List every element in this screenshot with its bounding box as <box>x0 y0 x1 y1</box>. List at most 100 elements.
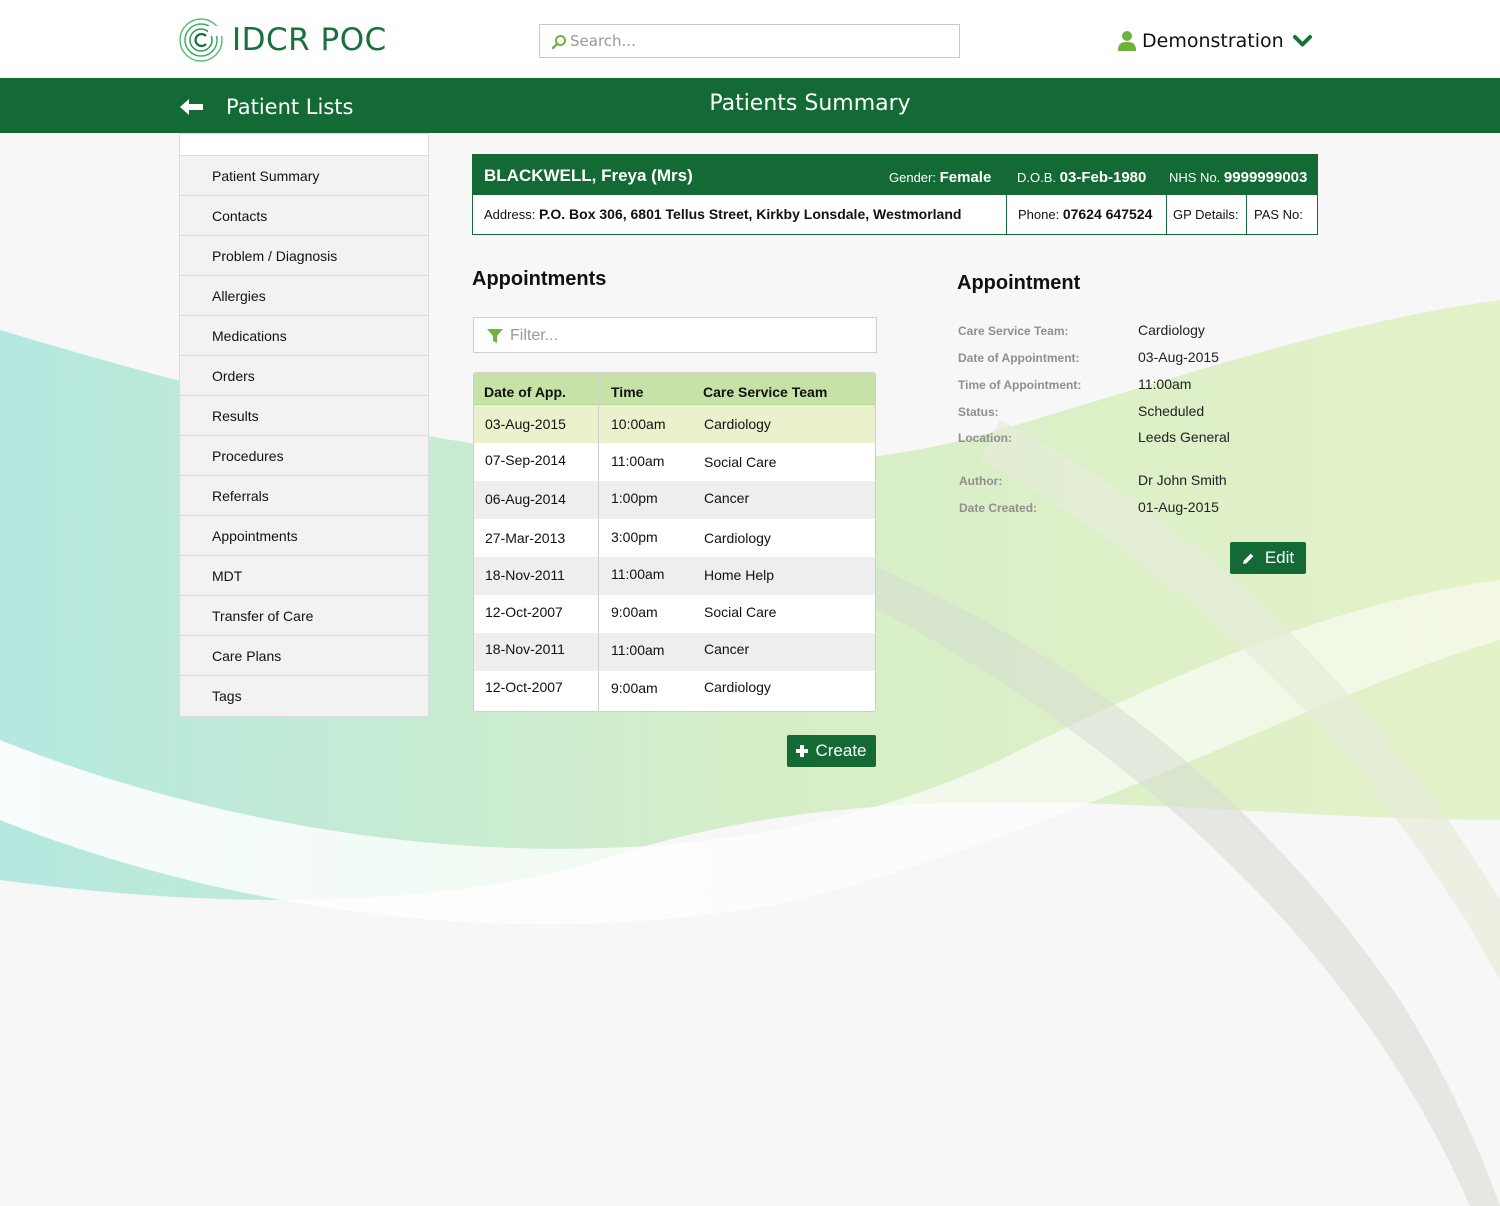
cell-team: Social Care <box>704 454 777 470</box>
detail-value: 03-Aug-2015 <box>1138 349 1219 365</box>
nav-bar: Patient Lists Patients Summary <box>0 78 1500 133</box>
cell-team: Cardiology <box>704 679 771 695</box>
cell-date: 12-Oct-2007 <box>485 679 563 695</box>
cell-team: Cancer <box>704 641 750 657</box>
cell-team: Social Care <box>704 604 777 620</box>
cell-date: 18-Nov-2011 <box>485 641 565 657</box>
detail-row-care-service-team: Care Service Team: Cardiology <box>957 320 1317 340</box>
pas-label: PAS No: <box>1254 207 1303 222</box>
phone-label: Phone: <box>1018 207 1060 222</box>
cell-time: 9:00am <box>611 604 658 620</box>
table-row[interactable]: 12-Oct-2007 9:00am Cardiology <box>474 671 875 709</box>
search-input[interactable] <box>570 31 950 51</box>
detail-row-author: Author: Dr John Smith <box>957 470 1317 490</box>
column-header-time[interactable]: Time <box>611 384 643 400</box>
sidebar-item-referrals[interactable]: Referrals <box>180 476 428 516</box>
search-box[interactable] <box>539 24 960 58</box>
filter-box[interactable] <box>473 317 877 353</box>
cell-date: 06-Aug-2014 <box>485 491 566 507</box>
table-row[interactable]: 27-Mar-2013 3:00pm Cardiology <box>474 519 875 557</box>
detail-value: Dr John Smith <box>1138 472 1227 488</box>
cell-team: Home Help <box>704 567 775 583</box>
table-row[interactable]: 18-Nov-2011 11:00am Home Help <box>474 557 875 595</box>
detail-label: Author: <box>959 474 1003 488</box>
gender-label: Gender: <box>889 170 936 185</box>
column-header-team[interactable]: Care Service Team <box>703 384 827 400</box>
sidebar-item-allergies[interactable]: Allergies <box>180 276 428 316</box>
address-label: Address: <box>484 207 536 222</box>
appointment-detail-heading: Appointment <box>957 272 1081 294</box>
sidebar-item-orders[interactable]: Orders <box>180 356 428 396</box>
detail-value: 01-Aug-2015 <box>1138 499 1219 515</box>
edit-label: Edit <box>1264 548 1295 567</box>
search-icon <box>551 35 566 50</box>
detail-label: Location: <box>958 431 1012 445</box>
cell-time: 11:00am <box>611 642 665 658</box>
patient-banner-header: BLACKWELL, Freya (Mrs) Gender: Female D.… <box>473 155 1317 195</box>
sidebar-item-appointments[interactable]: Appointments <box>180 516 428 556</box>
appointments-heading: Appointments <box>472 268 607 290</box>
create-button[interactable]: Create <box>787 735 876 767</box>
column-divider <box>598 373 599 711</box>
patient-address: Address: P.O. Box 306, 6801 Tellus Stree… <box>473 195 1007 234</box>
sidebar-item-results[interactable]: Results <box>180 396 428 436</box>
sidebar-item-patient-summary[interactable]: Patient Summary <box>180 156 428 196</box>
sidebar-item-contacts[interactable]: Contacts <box>180 196 428 236</box>
dob-label: D.O.B. <box>1017 170 1057 185</box>
create-label: Create <box>815 741 867 760</box>
user-name: Demonstration <box>1142 30 1284 52</box>
nhs-label: NHS No. <box>1169 170 1221 185</box>
sidebar-nav: Patient Summary Contacts Problem / Diagn… <box>179 133 429 717</box>
sidebar-item-procedures[interactable]: Procedures <box>180 436 428 476</box>
cell-team: Cancer <box>704 490 750 506</box>
nhs-value: 9999999003 <box>1223 169 1308 186</box>
detail-row-status: Status: Scheduled <box>957 401 1317 421</box>
detail-value: Scheduled <box>1138 403 1205 419</box>
detail-row-date: Date of Appointment: 03-Aug-2015 <box>957 347 1317 367</box>
logo-icon <box>179 18 224 62</box>
phone-value: 07624 647524 <box>1062 206 1153 222</box>
sidebar-item-medications[interactable]: Medications <box>180 316 428 356</box>
cell-date: 27-Mar-2013 <box>485 530 566 546</box>
cell-time: 1:00pm <box>611 490 658 506</box>
detail-label: Care Service Team: <box>958 324 1069 338</box>
table-row[interactable]: 03-Aug-2015 10:00am Cardiology <box>474 405 875 443</box>
table-row[interactable]: 18-Nov-2011 11:00am Cancer <box>474 633 875 671</box>
cell-date: 12-Oct-2007 <box>485 604 563 620</box>
sidebar-item-care-plans[interactable]: Care Plans <box>180 636 428 676</box>
patient-gender: Gender: Female <box>889 169 991 186</box>
detail-row-location: Location: Leeds General <box>957 427 1317 447</box>
patient-banner: BLACKWELL, Freya (Mrs) Gender: Female D.… <box>472 154 1318 235</box>
table-header: Date of App. Time Care Service Team <box>474 373 875 405</box>
cell-team: Cardiology <box>704 416 771 432</box>
sidebar-item-tags[interactable]: Tags <box>180 676 428 716</box>
table-row[interactable]: 12-Oct-2007 9:00am Social Care <box>474 595 875 633</box>
cell-time: 3:00pm <box>611 529 658 545</box>
cell-date: 03-Aug-2015 <box>485 416 566 432</box>
user-menu[interactable]: Demonstration <box>1117 28 1312 54</box>
sidebar-item-problem-diagnosis[interactable]: Problem / Diagnosis <box>180 236 428 276</box>
detail-label: Status: <box>958 405 999 419</box>
table-row[interactable]: 06-Aug-2014 1:00pm Cancer <box>474 481 875 519</box>
app-logo[interactable]: IDCR POC <box>178 16 398 66</box>
sidebar-item-transfer-of-care[interactable]: Transfer of Care <box>180 596 428 636</box>
column-header-date[interactable]: Date of App. <box>484 384 566 400</box>
cell-team: Cardiology <box>704 530 771 546</box>
cell-time: 9:00am <box>611 680 658 696</box>
cell-date: 07-Sep-2014 <box>485 452 566 468</box>
top-bar: IDCR POC Demonstration <box>0 0 1500 78</box>
detail-row-time: Time of Appointment: 11:00am <box>957 374 1317 394</box>
detail-label: Time of Appointment: <box>958 378 1082 392</box>
filter-input[interactable] <box>510 326 860 346</box>
edit-button[interactable]: Edit <box>1230 542 1306 574</box>
cell-time: 10:00am <box>611 416 666 432</box>
plus-icon <box>796 745 809 757</box>
gender-value: Female <box>939 169 992 186</box>
address-value: P.O. Box 306, 6801 Tellus Street, Kirkby… <box>538 206 962 222</box>
patient-dob: D.O.B. 03-Feb-1980 <box>1017 169 1146 186</box>
cell-time: 11:00am <box>611 566 665 582</box>
chevron-down-icon[interactable] <box>1292 34 1312 48</box>
detail-label: Date of Appointment: <box>958 351 1080 365</box>
table-row[interactable]: 07-Sep-2014 11:00am Social Care <box>474 443 875 481</box>
sidebar-item-mdt[interactable]: MDT <box>180 556 428 596</box>
